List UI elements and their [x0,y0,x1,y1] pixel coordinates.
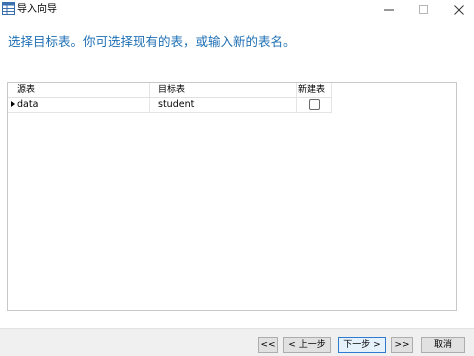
target-table-cell[interactable]: student [158,98,194,111]
source-table-cell: data [17,99,39,110]
previous-step-button[interactable]: < 上一步 [283,337,331,353]
step-instruction: 选择目标表。你可选择现有的表，或输入新的表名。 [8,34,296,49]
maximize-button[interactable] [409,0,439,20]
column-header-new-table: 新建表 [298,85,326,95]
table-import-icon [2,2,15,15]
maximize-icon [419,5,428,14]
next-step-button[interactable]: 下一步 > [338,337,386,353]
close-icon [454,5,464,15]
column-header-source: 源表 [17,85,36,95]
table-row[interactable]: data student [8,97,332,113]
new-table-checkbox[interactable] [309,99,320,110]
cancel-button[interactable]: 取消 [421,337,465,353]
title-bar: 导入向导 [0,0,474,20]
last-step-button[interactable]: >> [391,337,413,353]
close-button[interactable] [444,0,474,20]
window-title: 导入向导 [17,4,57,15]
current-row-indicator-icon [11,101,15,107]
column-header-target: 目标表 [158,85,186,95]
mapping-table: 源表 目标表 新建表 data student [7,82,457,311]
minimize-button[interactable] [374,0,404,20]
minimize-icon [384,9,394,11]
table-header: 源表 目标表 新建表 [8,83,332,98]
first-step-button[interactable]: << [258,337,278,353]
wizard-footer: << < 上一步 下一步 > >> 取消 [0,328,474,356]
